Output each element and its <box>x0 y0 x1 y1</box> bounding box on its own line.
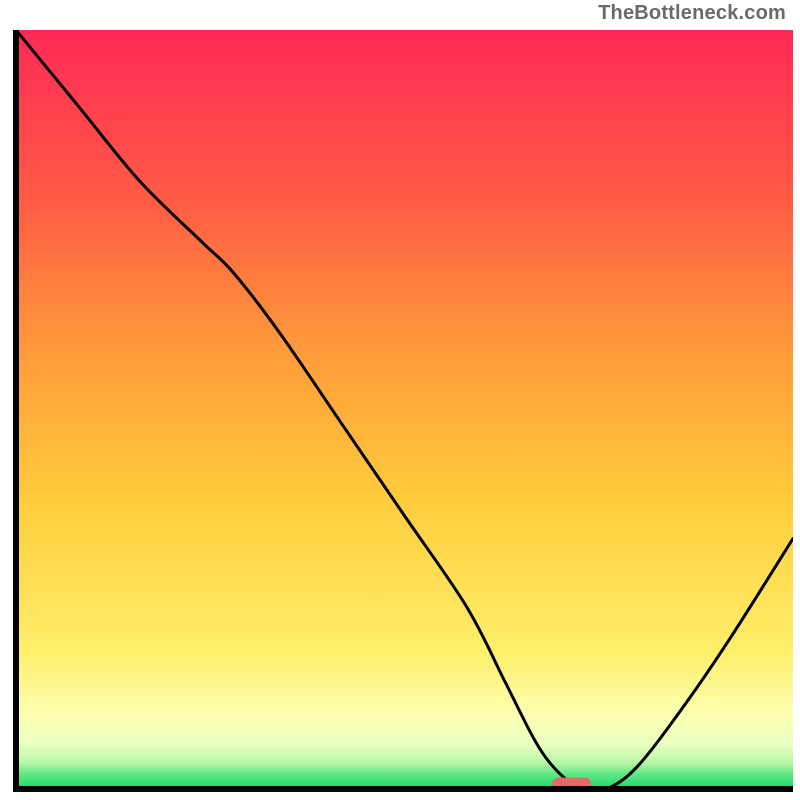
attribution-text: TheBottleneck.com <box>598 2 786 25</box>
chart-svg <box>13 30 793 792</box>
chart-container: TheBottleneck.com <box>0 0 800 800</box>
gradient-background <box>16 30 793 789</box>
plot-area <box>13 30 793 792</box>
